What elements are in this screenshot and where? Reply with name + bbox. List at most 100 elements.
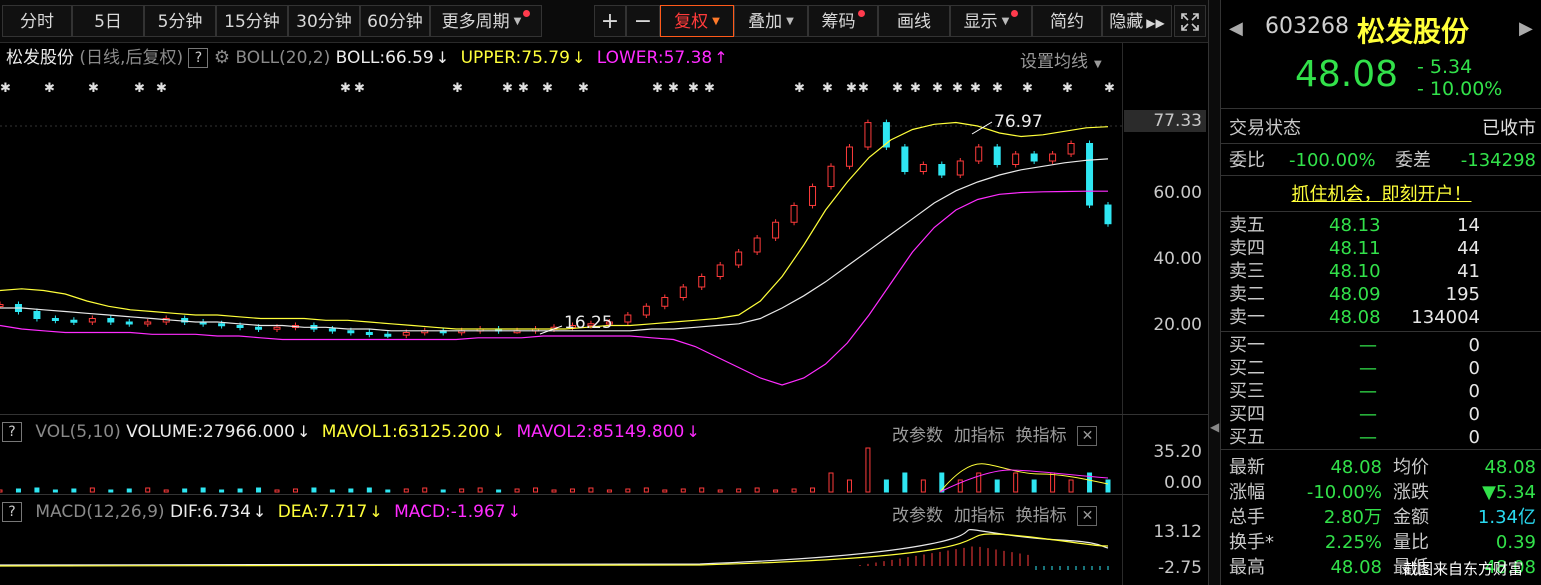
zoom-in-button[interactable]: + bbox=[594, 5, 626, 37]
macd-tick-label: -2.75 bbox=[1158, 558, 1202, 578]
event-marker-icon[interactable]: ✱ bbox=[652, 81, 663, 96]
period-5min-tab[interactable]: 5分钟 bbox=[144, 5, 216, 37]
event-marker-icon[interactable]: ✱ bbox=[668, 81, 679, 96]
quote-panel: ◀ ▶ 603268 松发股份 48.08 - 5.34 - 10.00% 交易… bbox=[1220, 0, 1541, 585]
open-account-link[interactable]: 抓住机会，即刻开户！ bbox=[1221, 183, 1541, 206]
event-marker-icon[interactable]: ✱ bbox=[1062, 81, 1073, 96]
volume-bar bbox=[643, 487, 649, 493]
tab-label: 30分钟 bbox=[296, 12, 352, 32]
event-marker-icon[interactable]: ✱ bbox=[156, 81, 167, 96]
chips-button[interactable]: 筹码 bbox=[808, 5, 878, 37]
candle-body bbox=[624, 314, 632, 323]
volume-chart[interactable] bbox=[0, 444, 1122, 494]
event-marker-icon[interactable]: ✱ bbox=[794, 81, 805, 96]
indicator-name-label[interactable]: BOLL(20,2) bbox=[235, 48, 330, 68]
stat-value: 48.08 bbox=[1484, 457, 1536, 478]
volume-bar bbox=[311, 487, 317, 493]
event-marker-icon[interactable]: ✱ bbox=[0, 81, 11, 96]
event-marker-icon[interactable]: ✱ bbox=[704, 81, 715, 96]
fullscreen-button[interactable] bbox=[1174, 5, 1206, 37]
close-icon[interactable]: ✕ bbox=[1077, 426, 1098, 446]
set-ma-dropdown[interactable]: 设置均线 ▼ bbox=[1020, 47, 1102, 72]
event-marker-icon[interactable]: ✱ bbox=[452, 81, 463, 96]
gear-icon[interactable]: ⚙ bbox=[214, 47, 230, 68]
volume-bar bbox=[256, 487, 262, 493]
volume-bar bbox=[533, 487, 539, 493]
overlay-dropdown[interactable]: 叠加 ▼ bbox=[734, 5, 808, 37]
help-button[interactable]: ? bbox=[2, 502, 22, 522]
bid-volume: 0 bbox=[1468, 358, 1480, 379]
event-marker-icon[interactable]: ✱ bbox=[1104, 81, 1115, 96]
candle-body bbox=[88, 318, 96, 323]
macd-tick-label: 13.12 bbox=[1153, 522, 1202, 542]
caret-down-icon: ▼ bbox=[712, 16, 720, 27]
event-marker-icon[interactable]: ✱ bbox=[846, 81, 857, 96]
simple-mode-button[interactable]: 简约 bbox=[1032, 5, 1102, 37]
adjust-rights-dropdown[interactable]: 复权 ▼ bbox=[660, 5, 734, 37]
bid-volume: 0 bbox=[1468, 427, 1480, 448]
candle-body bbox=[255, 326, 263, 330]
event-marker-icon[interactable]: ✱ bbox=[992, 81, 1003, 96]
draw-line-button[interactable]: 画线 bbox=[878, 5, 950, 37]
event-marker-icon[interactable]: ✱ bbox=[502, 81, 513, 96]
candle-body bbox=[956, 160, 964, 176]
event-marker-icon[interactable]: ✱ bbox=[518, 81, 529, 96]
indicator-name-label[interactable]: VOL(5,10) bbox=[35, 422, 120, 442]
hide-button[interactable]: 隐藏 ▶▶ bbox=[1102, 5, 1172, 37]
candle-body bbox=[993, 146, 1001, 165]
volume-bar bbox=[422, 487, 428, 493]
event-marker-icon[interactable]: ✱ bbox=[858, 81, 869, 96]
event-marker-icon[interactable]: ✱ bbox=[892, 81, 903, 96]
period-15min-tab[interactable]: 15分钟 bbox=[216, 5, 288, 37]
volume-bar bbox=[459, 488, 465, 493]
volume-bar bbox=[15, 488, 21, 493]
stat-label: 金额 bbox=[1393, 507, 1429, 528]
zoom-out-button[interactable]: − bbox=[626, 5, 660, 37]
display-dropdown[interactable]: 显示 ▼ bbox=[950, 5, 1032, 37]
period-60min-tab[interactable]: 60分钟 bbox=[360, 5, 430, 37]
event-marker-icon[interactable]: ✱ bbox=[1022, 81, 1033, 96]
period-30min-tab[interactable]: 30分钟 bbox=[288, 5, 360, 37]
prev-stock-icon[interactable]: ◀ bbox=[1229, 18, 1243, 39]
candlesticks bbox=[0, 119, 1112, 339]
candle-body bbox=[864, 122, 872, 148]
change-params-link[interactable]: 改参数 bbox=[892, 426, 943, 446]
help-button[interactable]: ? bbox=[188, 48, 209, 68]
next-stock-icon[interactable]: ▶ bbox=[1519, 18, 1533, 39]
tab-label: 分时 bbox=[20, 12, 54, 32]
volume-bar bbox=[182, 488, 188, 493]
event-marker-icon[interactable]: ✱ bbox=[688, 81, 699, 96]
trade-status-row: 交易状态 已收市 bbox=[1221, 117, 1541, 140]
event-marker-icon[interactable]: ✱ bbox=[932, 81, 943, 96]
divider bbox=[1221, 143, 1541, 144]
tab-label: 复权 bbox=[674, 12, 709, 32]
notify-dot-icon bbox=[1011, 10, 1019, 17]
boll-mid-line bbox=[0, 158, 1109, 332]
indicator-name-label[interactable]: MACD(12,26,9) bbox=[35, 502, 164, 522]
event-marker-icon[interactable]: ✱ bbox=[340, 81, 351, 96]
switch-indicator-link[interactable]: 换指标 bbox=[1016, 426, 1067, 446]
macd-chart[interactable] bbox=[0, 520, 1122, 585]
candle-body bbox=[919, 164, 927, 172]
period-intraday-tab[interactable]: 分时 bbox=[2, 5, 72, 37]
volume-bar bbox=[163, 489, 169, 493]
price-chart[interactable]: ✱ ✱ ✱ ✱ ✱ ✱ ✱ ✱ ✱ ✱ ✱ ✱ ✱ ✱ ✱ ✱ ✱ ✱ ✱ ✱ ✱ ✱ ✱ ✱ ✱ ✱ ✱ ✱ ✱ 76.97 16.2… bbox=[0, 72, 1122, 414]
event-marker-icon[interactable]: ✱ bbox=[952, 81, 963, 96]
period-5day-tab[interactable]: 5日 bbox=[72, 5, 144, 37]
add-indicator-link[interactable]: 加指标 bbox=[954, 426, 1005, 446]
help-button[interactable]: ? bbox=[2, 422, 22, 442]
more-periods-dropdown[interactable]: 更多周期 ▼ bbox=[430, 5, 542, 37]
event-marker-icon[interactable]: ✱ bbox=[44, 81, 55, 96]
event-marker-icon[interactable]: ✱ bbox=[578, 81, 589, 96]
event-marker-icon[interactable]: ✱ bbox=[910, 81, 921, 96]
event-marker-icon[interactable]: ✱ bbox=[822, 81, 833, 96]
event-marker-icon[interactable]: ✱ bbox=[542, 81, 553, 96]
event-marker-icon[interactable]: ✱ bbox=[354, 81, 365, 96]
event-marker-icon[interactable]: ✱ bbox=[134, 81, 145, 96]
volume-bar bbox=[551, 489, 557, 493]
event-marker-icon[interactable]: ✱ bbox=[88, 81, 99, 96]
trade-status-label: 交易状态 bbox=[1229, 118, 1301, 139]
ask-row: 卖三 48.10 41 bbox=[1221, 260, 1541, 283]
ask-price: 48.13 bbox=[1329, 215, 1381, 236]
event-marker-icon[interactable]: ✱ bbox=[970, 81, 981, 96]
